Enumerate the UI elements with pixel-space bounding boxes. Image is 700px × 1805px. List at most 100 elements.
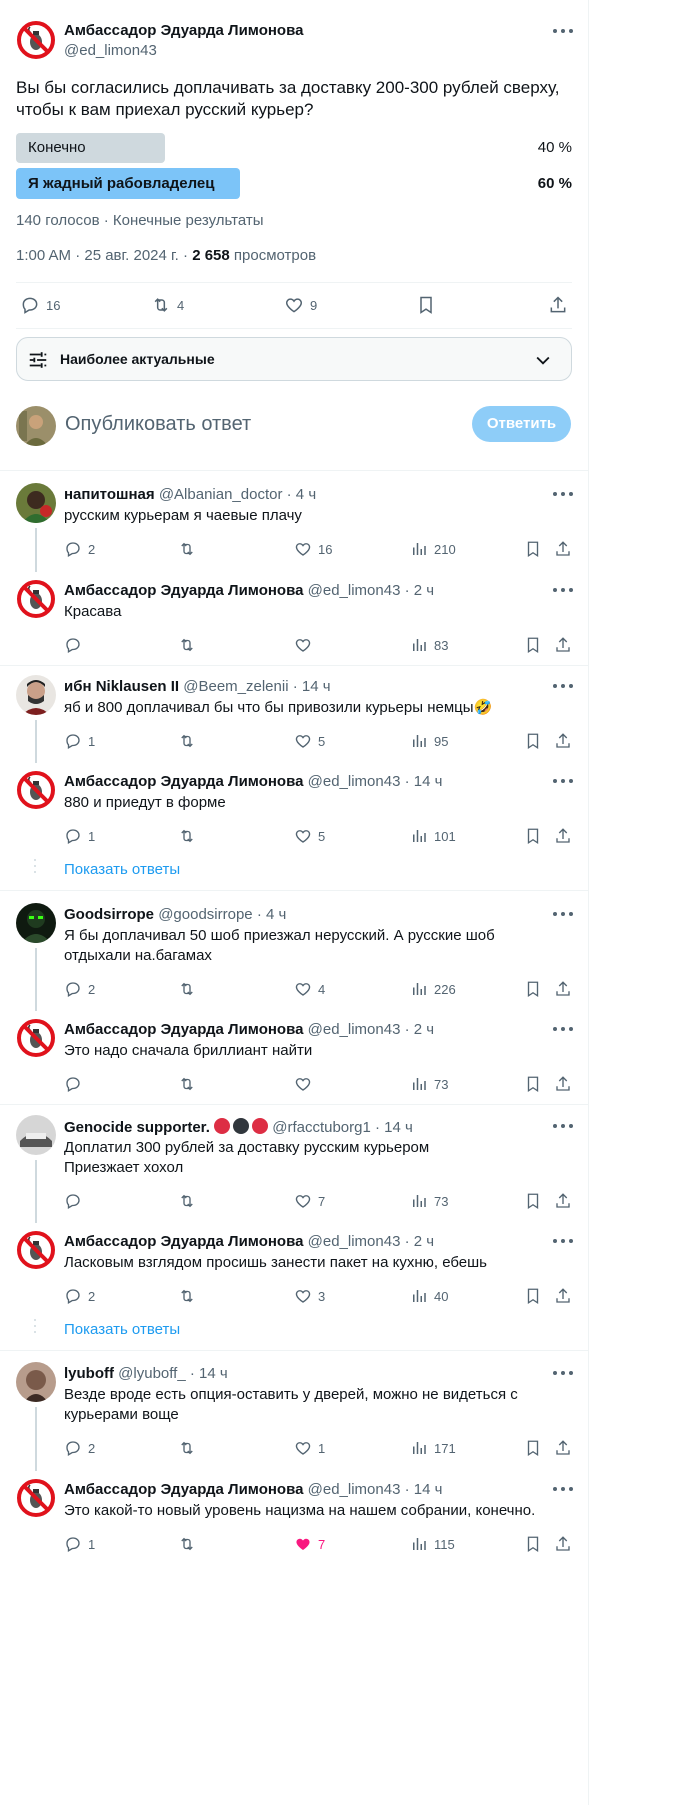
reply-author-name[interactable]: Genocide supporter. xyxy=(64,1119,210,1136)
reply-time[interactable]: · 14 ч xyxy=(293,678,331,695)
reply-avatar[interactable] xyxy=(16,770,56,810)
reply-button[interactable]: 1 xyxy=(64,730,95,752)
more-icon[interactable] xyxy=(552,587,574,593)
bookmark-button[interactable] xyxy=(524,978,542,1000)
share-button[interactable] xyxy=(554,978,572,1000)
reply-button[interactable]: 2 xyxy=(64,1437,95,1459)
show-replies-link[interactable]: Показать ответы xyxy=(64,1321,180,1338)
reply-button[interactable]: 16 xyxy=(20,294,60,316)
reply-author-name[interactable]: lyuboff xyxy=(64,1365,114,1382)
retweet-button[interactable] xyxy=(178,1533,202,1555)
reply-author-handle[interactable]: @goodsirrope xyxy=(158,906,252,923)
bookmark-button[interactable] xyxy=(524,634,542,656)
like-button[interactable]: 3 xyxy=(294,1285,325,1307)
like-button[interactable] xyxy=(294,634,318,656)
reply-author-name[interactable]: Амбассадор Эдуарда Лимонова xyxy=(64,1481,303,1498)
retweet-button[interactable] xyxy=(178,634,202,656)
reply-button[interactable]: 2 xyxy=(64,1285,95,1307)
more-icon[interactable] xyxy=(552,911,574,917)
sort-dropdown[interactable]: Наиболее актуальные xyxy=(16,337,572,381)
author-avatar[interactable] xyxy=(16,20,56,60)
bookmark-button[interactable] xyxy=(524,825,542,847)
reply-avatar[interactable] xyxy=(16,1230,56,1270)
like-button[interactable] xyxy=(294,1073,318,1095)
share-button[interactable] xyxy=(554,1437,572,1459)
reply-submit-button[interactable]: Ответить xyxy=(472,406,571,442)
share-button[interactable] xyxy=(554,1190,572,1212)
reply-author-name[interactable]: Амбассадор Эдуарда Лимонова xyxy=(64,582,303,599)
reply-author-handle[interactable]: @Albanian_doctor xyxy=(159,486,283,503)
like-button[interactable]: 5 xyxy=(294,825,325,847)
more-icon[interactable] xyxy=(552,491,574,497)
reply-time[interactable]: · 2 ч xyxy=(405,1021,435,1038)
retweet-button[interactable] xyxy=(178,825,202,847)
reply-author-name[interactable]: Амбассадор Эдуарда Лимонова xyxy=(64,1021,303,1038)
more-icon[interactable] xyxy=(552,1486,574,1492)
bookmark-button[interactable] xyxy=(524,1190,542,1212)
views-button[interactable]: 101 xyxy=(410,825,456,847)
more-icon[interactable] xyxy=(552,778,574,784)
reply-avatar[interactable] xyxy=(16,675,56,715)
reply-button[interactable] xyxy=(64,1190,88,1212)
share-button[interactable] xyxy=(554,538,572,560)
retweet-button[interactable] xyxy=(178,1073,202,1095)
bookmark-button[interactable] xyxy=(524,1285,542,1307)
reply-author-name[interactable]: Амбассадор Эдуарда Лимонова xyxy=(64,773,303,790)
reply-time[interactable]: · 2 ч xyxy=(405,1233,435,1250)
reply-avatar[interactable] xyxy=(16,1478,56,1518)
like-button[interactable]: 9 xyxy=(284,294,317,316)
reply-button[interactable] xyxy=(64,1073,88,1095)
reply-input[interactable]: Опубликовать ответ xyxy=(65,413,251,436)
reply-avatar[interactable] xyxy=(16,903,56,943)
views-button[interactable]: 83 xyxy=(410,634,448,656)
more-icon[interactable] xyxy=(552,683,574,689)
share-button[interactable] xyxy=(554,1533,572,1555)
reply-time[interactable]: · 14 ч xyxy=(190,1365,228,1382)
reply-button[interactable]: 2 xyxy=(64,978,95,1000)
reply-author-handle[interactable]: @ed_limon43 xyxy=(308,1233,401,1250)
reply-time[interactable]: · 4 ч xyxy=(257,906,287,923)
like-button[interactable]: 1 xyxy=(294,1437,325,1459)
retweet-button[interactable] xyxy=(178,1437,202,1459)
reply-author-name[interactable]: Амбассадор Эдуарда Лимонова xyxy=(64,1233,303,1250)
user-avatar[interactable] xyxy=(16,406,56,446)
reply-avatar[interactable] xyxy=(16,483,56,523)
retweet-button[interactable] xyxy=(178,978,202,1000)
bookmark-button[interactable] xyxy=(416,294,436,316)
retweet-button[interactable] xyxy=(178,730,202,752)
more-icon[interactable] xyxy=(552,28,574,34)
bookmark-button[interactable] xyxy=(524,730,542,752)
views-button[interactable]: 40 xyxy=(410,1285,448,1307)
more-icon[interactable] xyxy=(552,1238,574,1244)
share-button[interactable] xyxy=(548,294,568,316)
reply-time[interactable]: · 14 ч xyxy=(375,1119,413,1136)
reply-author-name[interactable]: Goodsirrope xyxy=(64,906,154,923)
like-button[interactable]: 5 xyxy=(294,730,325,752)
like-button[interactable]: 16 xyxy=(294,538,332,560)
show-replies-link[interactable]: Показать ответы xyxy=(64,861,180,878)
retweet-button[interactable] xyxy=(178,538,202,560)
views-button[interactable]: 73 xyxy=(410,1190,448,1212)
views-button[interactable]: 95 xyxy=(410,730,448,752)
reply-author-handle[interactable]: @ed_limon43 xyxy=(308,1481,401,1498)
bookmark-button[interactable] xyxy=(524,1437,542,1459)
bookmark-button[interactable] xyxy=(524,1073,542,1095)
bookmark-button[interactable] xyxy=(524,1533,542,1555)
reply-time[interactable]: · 14 ч xyxy=(405,773,443,790)
share-button[interactable] xyxy=(554,1285,572,1307)
reply-button[interactable] xyxy=(64,634,88,656)
author-name[interactable]: Амбассадор Эдуарда Лимонова xyxy=(64,22,303,39)
reply-button[interactable]: 2 xyxy=(64,538,95,560)
reply-author-name[interactable]: напитошная xyxy=(64,486,155,503)
reply-button[interactable]: 1 xyxy=(64,825,95,847)
reply-author-name[interactable]: ибн Niklausen II xyxy=(64,678,179,695)
more-icon[interactable] xyxy=(552,1026,574,1032)
views-button[interactable]: 73 xyxy=(410,1073,448,1095)
like-button[interactable]: 4 xyxy=(294,978,325,1000)
retweet-button[interactable] xyxy=(178,1190,202,1212)
more-icon[interactable] xyxy=(552,1123,574,1129)
more-icon[interactable] xyxy=(552,1370,574,1376)
author-handle[interactable]: @ed_limon43 xyxy=(64,42,157,59)
reply-author-handle[interactable]: @rfacctuborg1 xyxy=(272,1119,371,1136)
reply-time[interactable]: · 14 ч xyxy=(405,1481,443,1498)
